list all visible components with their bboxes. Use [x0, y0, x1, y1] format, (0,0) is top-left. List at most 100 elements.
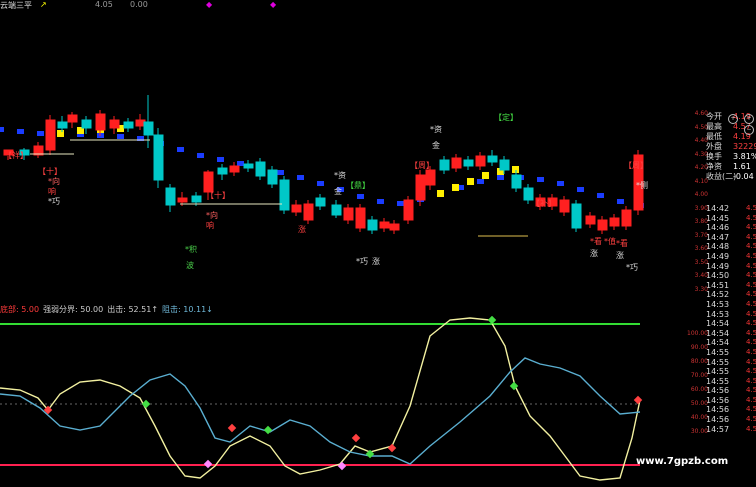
- chart-annotation: *看: [590, 237, 602, 246]
- quote-row: 换手 3.81%: [706, 152, 756, 162]
- tick-row: 14:57 4.5: [706, 425, 756, 435]
- chart-annotation: 金: [334, 186, 342, 196]
- candle-body: [255, 161, 266, 177]
- tick-time: 14:54: [706, 319, 730, 329]
- tick-price: 4.5: [746, 242, 756, 251]
- quote-row: 收益(二) -0.04: [706, 172, 756, 182]
- cloud-dot: [437, 190, 444, 197]
- candle-body: [571, 203, 582, 229]
- cloud-dot: [397, 201, 404, 206]
- tick-price: 4.5: [746, 405, 756, 414]
- candle-body: [243, 163, 254, 169]
- tick-row: 14:45 4.5: [706, 214, 756, 224]
- tick-price: 4.5: [746, 338, 756, 347]
- indicator-legend-item: 出击: 52.51↑: [107, 305, 159, 314]
- cloud-dot: [577, 187, 584, 192]
- quote-label: 换手: [706, 152, 722, 161]
- tick-time: 14:55: [706, 347, 730, 357]
- candle-body: [499, 159, 510, 171]
- candle-body: [95, 113, 106, 131]
- candle-body: [177, 197, 188, 203]
- candle-body: [143, 121, 154, 136]
- signal-marker: [141, 399, 151, 409]
- candle-body: [415, 174, 426, 201]
- tick-row: 14:56 4.5: [706, 386, 756, 396]
- chart-annotation: 响: [48, 186, 56, 196]
- quote-label: 净资: [706, 162, 722, 171]
- top-price-b: 0.00: [130, 0, 148, 9]
- cloud-dot: [317, 181, 324, 186]
- cloud-dot: [482, 172, 489, 179]
- chart-annotation: 响: [206, 220, 214, 230]
- tick-price: 4.5: [746, 280, 756, 289]
- cloud-dot: [297, 175, 304, 180]
- candle-body: [463, 159, 474, 167]
- cloud-dot: [617, 199, 624, 204]
- quote-value: 3.81%: [733, 152, 756, 161]
- chart-annotation: 【十】: [38, 166, 62, 176]
- tick-time: 14:55: [706, 357, 730, 367]
- cloud-dot: [17, 129, 24, 134]
- candle-body: [279, 179, 290, 211]
- candle-body: [621, 209, 632, 227]
- tick-row: 14:51 4.5: [706, 281, 756, 291]
- cloud-dot: [217, 157, 224, 162]
- tick-row: 14:56 4.5: [706, 396, 756, 406]
- chart-annotation: *巧: [626, 263, 638, 272]
- quote-label: 最低: [706, 132, 722, 141]
- indicator-tick-label: 80.00: [690, 358, 708, 365]
- quote-label: 今开: [706, 112, 722, 121]
- tick-row: 14:55 4.5: [706, 348, 756, 358]
- tick-price: 4.5: [746, 271, 756, 280]
- tick-price: 4.5: [746, 261, 756, 270]
- indicator-chart[interactable]: [0, 316, 690, 487]
- arrow-icon: ↗: [40, 0, 47, 9]
- tick-price: 4.5: [746, 299, 756, 308]
- candle-body: [487, 155, 498, 163]
- signal-marker: [337, 461, 347, 471]
- tick-time: 14:47: [706, 232, 730, 242]
- chart-annotation: *看: [616, 239, 628, 248]
- tick-price: 4.5: [746, 328, 756, 337]
- tick-time: 14:53: [706, 299, 730, 309]
- top-price-a: 4.05: [95, 0, 113, 9]
- tick-row: 14:53 4.5: [706, 300, 756, 310]
- tick-time: 14:50: [706, 271, 730, 281]
- indicator-tick-label: 40.00: [690, 414, 708, 421]
- tick-price: 4.5: [746, 386, 756, 395]
- tick-time: 14:52: [706, 290, 730, 300]
- chart-annotation: 【补】: [532, 198, 556, 208]
- chart-annotation: *积: [185, 244, 197, 254]
- candle-body: [355, 207, 366, 229]
- indicator-legend-item: 阻击: 10.11↓: [162, 305, 213, 314]
- tick-price: 4.5: [746, 204, 756, 212]
- candle-body: [475, 155, 486, 167]
- plus-icon[interactable]: +: [744, 114, 754, 124]
- tick-list[interactable]: 14:42 4.5 14:45 4.5 14:46 4.5 14:47 4.5 14:48 4.5…: [706, 204, 756, 444]
- chart-annotation: 【周】: [410, 161, 434, 170]
- signal-marker: [203, 459, 213, 469]
- candle-body: [609, 217, 620, 227]
- indicator-legend-item: 底部: 5.00: [0, 305, 40, 314]
- indicator-tick-label: 60.00: [690, 386, 708, 393]
- tick-row: 14:47 4.5: [706, 233, 756, 243]
- tick-price: 4.5: [746, 251, 756, 260]
- tick-price: 4.5: [746, 309, 756, 318]
- tick-time: 14:56: [706, 386, 730, 396]
- cloud-dot: [497, 175, 504, 180]
- candlestick-chart[interactable]: 【祥】【十】*向响*巧【十】*向响*积波*资金【鼎】*资金【周】【定】【补】【周…: [0, 10, 690, 300]
- candle-body: [511, 174, 522, 189]
- cloud-dot: [557, 181, 564, 186]
- tick-time: 14:57: [706, 424, 730, 434]
- candle-body: [425, 169, 436, 186]
- tick-price: 4.5: [746, 415, 756, 424]
- chart-annotation: 【周】: [624, 161, 648, 170]
- tick-price: 4.5: [746, 223, 756, 232]
- signal-marker: [263, 425, 273, 435]
- tick-time: 14:55: [706, 367, 730, 377]
- minus-icon[interactable]: −: [744, 125, 754, 135]
- tick-time: 14:56: [706, 395, 730, 405]
- tick-time: 14:49: [706, 251, 730, 261]
- plus-icon[interactable]: +: [728, 114, 738, 124]
- candle-body: [389, 223, 400, 231]
